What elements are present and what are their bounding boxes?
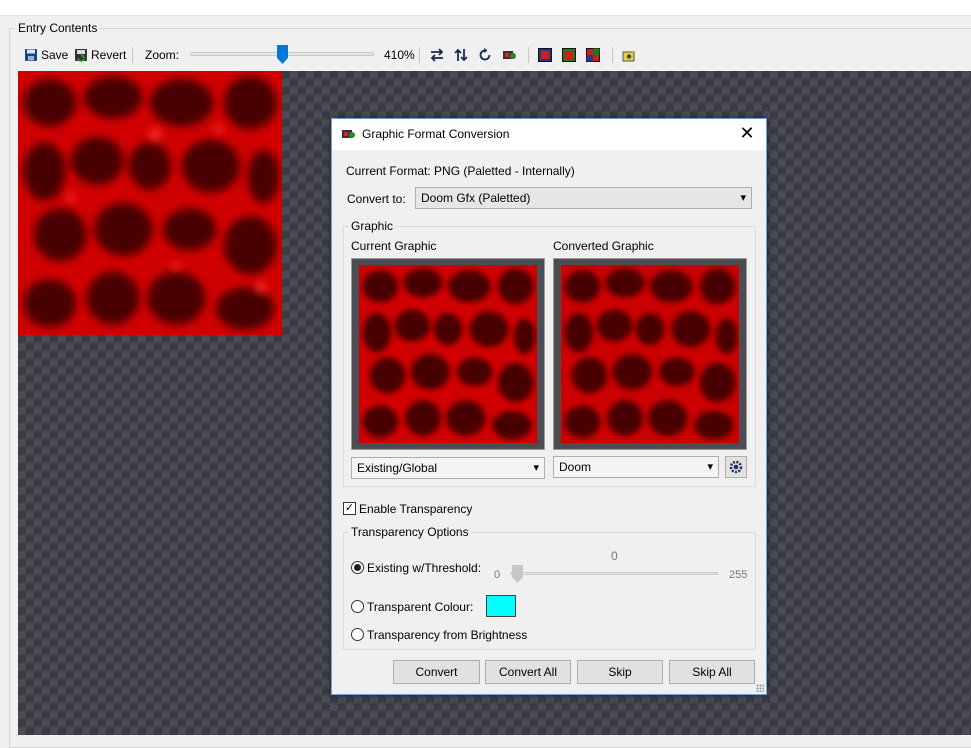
chevron-down-icon: ▾ (533, 462, 539, 474)
converted-graphic-preview (553, 258, 747, 450)
lava-texture (561, 265, 739, 443)
gear-icon (729, 460, 743, 477)
skip-all-button[interactable]: Skip All (669, 660, 755, 684)
close-icon: ✕ (739, 123, 755, 143)
brightness-option-label: Transparency from Brightness (367, 628, 528, 642)
threshold-option-label: Existing w/Threshold: (367, 561, 482, 575)
threshold-value: 0 (611, 549, 618, 563)
colour-remap-icon (502, 48, 516, 62)
current-graphic-preview (351, 258, 545, 450)
current-graphic-label: Current Graphic (351, 239, 437, 253)
brightness-radio[interactable] (351, 628, 364, 641)
top-strip (0, 0, 971, 16)
revert-icon (74, 48, 88, 62)
toolbar-separator (528, 47, 529, 63)
palette-mixed-button[interactable] (586, 44, 600, 66)
dialog-titlebar[interactable]: Graphic Format Conversion ✕ (332, 119, 766, 150)
threshold-radio[interactable] (351, 561, 364, 574)
revert-button[interactable]: Revert (74, 44, 126, 66)
graphic-format-conversion-dialog: Graphic Format Conversion ✕ Current Form… (331, 118, 767, 695)
transparent-colour-swatch[interactable] (486, 595, 516, 617)
lava-texture (359, 265, 537, 443)
convert-to-select[interactable]: Doom Gfx (Paletted) ▾ (415, 187, 752, 209)
dialog-app-icon (341, 127, 355, 144)
dialog-title: Graphic Format Conversion (362, 127, 510, 141)
target-palette-value: Doom (559, 460, 592, 474)
converted-graphic-image (561, 265, 739, 443)
convert-to-value: Doom Gfx (Paletted) (421, 191, 531, 205)
settings-icon (622, 48, 636, 62)
revert-label: Revert (91, 48, 127, 62)
close-button[interactable]: ✕ (736, 123, 758, 145)
swap-vertical-icon (454, 48, 468, 62)
swap-horizontal-icon (430, 48, 444, 62)
palette-red-button[interactable] (538, 44, 552, 66)
threshold-min: 0 (494, 569, 501, 581)
colour-remap-button[interactable] (502, 44, 516, 66)
rotate-button[interactable] (478, 44, 492, 66)
toolbar-separator (132, 47, 133, 63)
converted-graphic-label: Converted Graphic (553, 239, 654, 253)
chevron-down-icon: ▾ (740, 192, 746, 204)
palette-settings-button[interactable] (725, 456, 747, 478)
toolbar: Save Revert Zoom: 410% (20, 44, 971, 66)
enable-transparency-checkbox[interactable]: ✓ (343, 502, 356, 515)
save-button[interactable]: Save (24, 44, 68, 66)
transparency-options-label: Transparency Options (349, 525, 471, 539)
lava-texture (18, 71, 282, 335)
convert-all-button[interactable]: Convert All (485, 660, 571, 684)
enable-transparency-label: Enable Transparency (359, 502, 473, 516)
zoom-value: 410% (384, 48, 415, 62)
transparent-colour-radio[interactable] (351, 600, 364, 613)
graphic-image (18, 71, 282, 335)
current-palette-value: Existing/Global (357, 461, 438, 475)
swap-vertical-button[interactable] (454, 44, 468, 66)
palette-mixed-icon (586, 48, 600, 62)
toolbar-separator (419, 47, 420, 63)
current-palette-select[interactable]: Existing/Global ▾ (351, 457, 545, 479)
resize-grip[interactable] (756, 684, 764, 692)
current-format-label: Current Format: PNG (Paletted - Internal… (346, 164, 575, 178)
palette-red-icon (538, 48, 552, 62)
rotate-icon (478, 48, 492, 62)
zoom-label: Zoom: (145, 48, 180, 62)
convert-to-label: Convert to: (347, 192, 406, 206)
palette-green-button[interactable] (562, 44, 576, 66)
zoom-slider-thumb[interactable] (277, 45, 288, 64)
swap-horizontal-button[interactable] (430, 44, 444, 66)
current-graphic-image (359, 265, 537, 443)
threshold-slider[interactable] (510, 572, 718, 575)
convert-button[interactable]: Convert (393, 660, 480, 684)
skip-button[interactable]: Skip (577, 660, 663, 684)
toolbar-separator (612, 47, 613, 63)
settings-button[interactable] (622, 44, 636, 66)
transparent-colour-label: Transparent Colour: (367, 600, 474, 614)
palette-green-icon (562, 48, 576, 62)
save-icon (24, 48, 38, 62)
save-label: Save (41, 48, 69, 62)
panel-title: Entry Contents (15, 21, 101, 35)
target-palette-select[interactable]: Doom ▾ (553, 456, 719, 478)
threshold-max: 255 (729, 569, 748, 581)
graphic-group-label: Graphic (349, 219, 396, 233)
chevron-down-icon: ▾ (707, 461, 713, 473)
